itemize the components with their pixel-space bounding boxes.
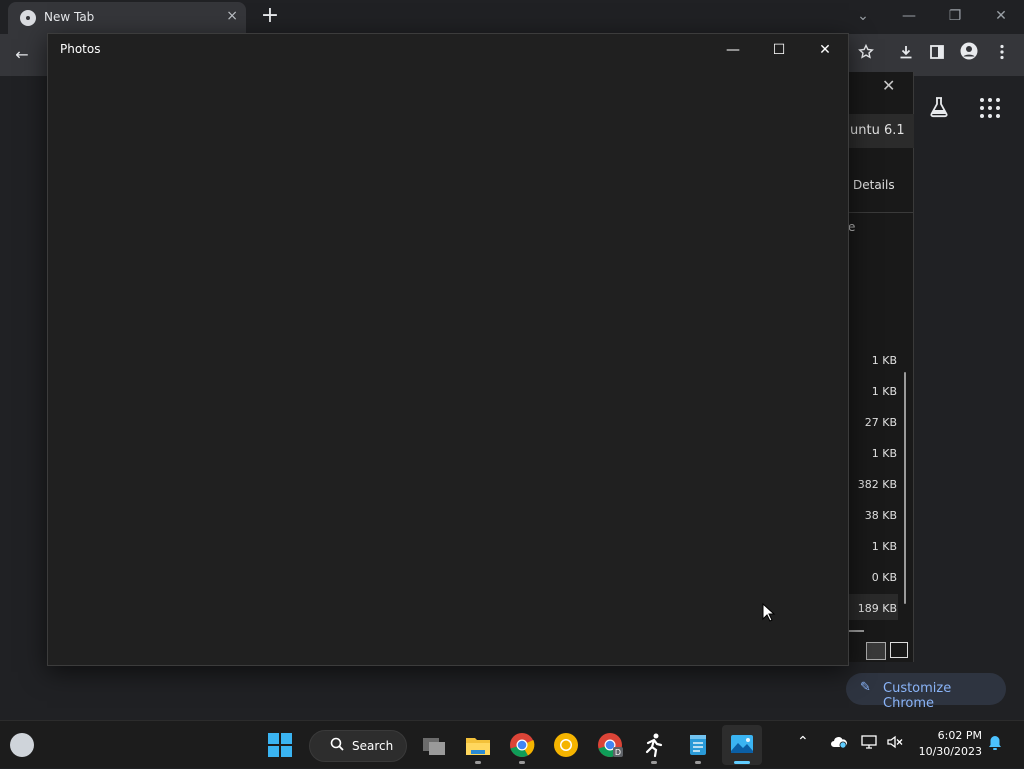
thumbnail-view-icon[interactable] (890, 642, 908, 658)
star-icon[interactable] (853, 42, 879, 68)
photos-close-button[interactable]: ✕ (802, 36, 848, 64)
customize-chrome-label: Customize Chrome (883, 681, 952, 711)
tab-search-icon[interactable]: ⌄ (840, 4, 886, 28)
new-tab-button[interactable]: + (258, 4, 282, 28)
chrome-icon[interactable] (506, 729, 538, 761)
task-view-icon[interactable] (418, 729, 450, 761)
file-size: 1 KB (871, 385, 897, 398)
download-icon[interactable] (893, 42, 919, 68)
photos-window: Photos — ☐ ✕ (47, 33, 849, 666)
file-size: 1 KB (871, 354, 897, 367)
file-size: 1 KB (871, 540, 897, 553)
running-indicator (519, 761, 525, 764)
details-tab[interactable]: Details (853, 178, 895, 192)
tab-new-tab[interactable]: New Tab × (8, 2, 246, 34)
onedrive-icon[interactable] (830, 735, 848, 753)
search-icon (330, 737, 344, 755)
horizontal-scrollbar[interactable] (848, 630, 864, 632)
mouse-cursor-icon (762, 602, 776, 627)
dialog-close-icon[interactable]: ✕ (882, 76, 895, 95)
windows-start-icon[interactable] (268, 733, 292, 757)
running-indicator (475, 761, 481, 764)
apps-grid-icon[interactable] (978, 96, 1002, 120)
close-button[interactable]: ✕ (978, 4, 1024, 28)
pencil-icon: ✎ (860, 680, 871, 695)
profile-icon[interactable] (956, 42, 982, 68)
network-icon[interactable] (861, 735, 877, 753)
notepad-icon[interactable] (682, 729, 714, 761)
restore-button[interactable]: ❐ (932, 4, 978, 28)
file-size: 38 KB (864, 509, 897, 522)
photos-maximize-button[interactable]: ☐ (756, 36, 802, 64)
vertical-scrollbar[interactable] (904, 372, 906, 604)
tab-title: New Tab (44, 10, 95, 24)
weather-widget-icon[interactable] (10, 733, 34, 757)
system-clock[interactable]: 6:02 PM 10/30/2023 (918, 728, 982, 760)
dialog-path-bar[interactable]: untu 6.1 (848, 114, 914, 148)
side-panel-icon[interactable] (924, 42, 950, 68)
running-indicator (695, 761, 701, 764)
file-dialog-partial: ✕ untu 6.1 Details e 1 KB 1 KB 27 KB 1 K… (848, 72, 914, 662)
search-label: Search (352, 739, 394, 753)
minimize-button[interactable]: — (886, 4, 932, 28)
file-size: 27 KB (864, 416, 897, 429)
divider (848, 212, 914, 213)
details-view-icon[interactable] (866, 642, 886, 660)
photos-minimize-button[interactable]: — (710, 36, 756, 64)
customize-chrome-button[interactable]: ✎ Customize Chrome (846, 673, 1006, 711)
chrome-favicon-icon (20, 10, 36, 26)
file-size: 189 KB (857, 602, 897, 615)
running-indicator (651, 761, 657, 764)
chrome-dev-icon[interactable]: D (594, 729, 626, 761)
clock-time: 6:02 PM (937, 729, 982, 742)
active-indicator (734, 761, 750, 764)
runner-app-icon[interactable] (638, 729, 670, 761)
tab-close-icon[interactable]: × (226, 8, 238, 24)
menu-dots-icon[interactable] (989, 42, 1015, 68)
photos-title: Photos (60, 42, 101, 56)
clock-date: 10/30/2023 (918, 745, 982, 758)
back-arrow-icon[interactable]: ← (9, 42, 35, 68)
partial-text: e (848, 220, 856, 234)
tab-strip: New Tab × + ⌄ — ❐ ✕ (0, 0, 1024, 34)
file-size: 382 KB (857, 478, 897, 491)
chrome-canary-icon[interactable] (550, 729, 582, 761)
volume-muted-icon[interactable] (887, 735, 903, 753)
svg-text:D: D (615, 748, 621, 757)
taskbar-search-button[interactable]: Search (309, 730, 407, 762)
file-size: 0 KB (871, 571, 897, 584)
file-explorer-icon[interactable] (462, 729, 494, 761)
taskbar: Search D ⌃ 6:02 PM 10/30/2023 (0, 720, 1024, 768)
path-text: untu 6.1 (850, 123, 905, 138)
show-hidden-icons-chevron-icon[interactable]: ⌃ (797, 734, 809, 750)
labs-icon[interactable] (928, 96, 950, 123)
file-size: 1 KB (871, 447, 897, 460)
photos-taskbar-button[interactable] (722, 725, 762, 765)
notification-bell-icon[interactable] (988, 735, 1002, 755)
